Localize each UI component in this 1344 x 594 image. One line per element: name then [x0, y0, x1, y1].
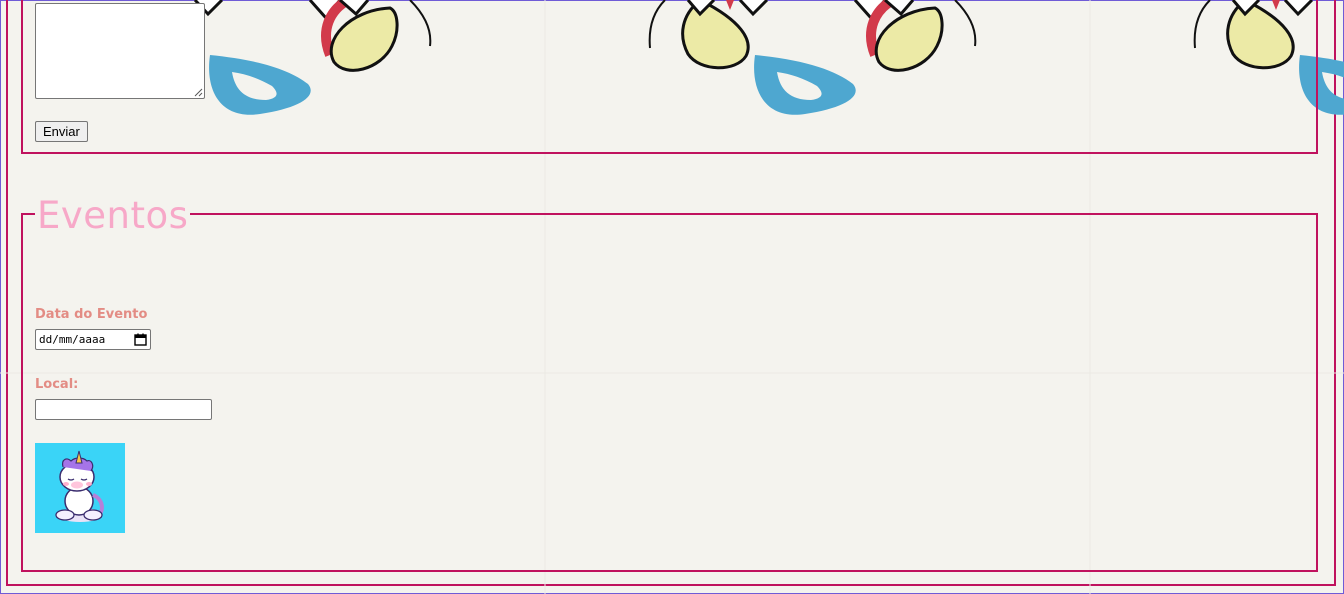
event-date-placeholder: dd/mm/aaaa [39, 333, 106, 346]
submit-button[interactable]: Enviar [35, 121, 88, 142]
event-local-label: Local: [35, 377, 79, 392]
event-date-input[interactable]: dd/mm/aaaa [35, 329, 151, 350]
events-fieldset [21, 213, 1318, 572]
contact-form-fieldset [21, 0, 1318, 154]
resize-grip-icon[interactable] [194, 88, 203, 97]
event-date-label: Data do Evento [35, 307, 148, 322]
event-local-input[interactable] [35, 399, 212, 420]
calendar-icon[interactable] [134, 333, 147, 346]
unicorn-image [35, 443, 125, 533]
message-textarea[interactable] [35, 3, 205, 99]
events-legend: Eventos [35, 194, 191, 237]
